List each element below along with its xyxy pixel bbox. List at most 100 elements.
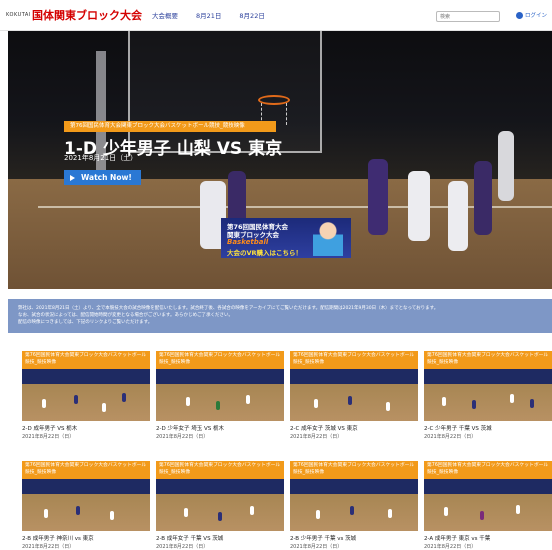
player-figure: [350, 506, 354, 515]
hero-tag: 第76回国民体育大会関東ブロック大会バスケットボール競技_競技映像: [64, 121, 276, 132]
player-figure: [498, 131, 514, 201]
video-banner: 第76回国民体育大会関東ブロック大会バスケットボール競技_競技映像: [156, 351, 284, 369]
hero-banner[interactable]: 第76回国民体育大会関東ブロック大会バスケットボール競技_競技映像 1-D 少年…: [8, 31, 552, 289]
arena-wall: [424, 369, 552, 384]
player-figure: [348, 396, 352, 405]
nav-link-overview[interactable]: 大会概要: [152, 10, 178, 20]
video-title[interactable]: 2-B 少年男子 千葉 vs 茨城: [290, 534, 418, 542]
video-date: 2021年8月22日（日）: [22, 434, 75, 440]
video-thumbnail[interactable]: [22, 479, 150, 531]
nav-links: 大会概要 8月21日 8月22日: [152, 10, 283, 20]
player-figure: [516, 505, 520, 514]
arena-wall: [22, 369, 150, 384]
video-title[interactable]: 2-D 成年男子 VS 栃木: [22, 424, 150, 432]
video-banner: 第76回国民体育大会関東ブロック大会バスケットボール競技_競技映像: [156, 461, 284, 479]
vr-purchase-banner[interactable]: 第76回国民体育大会 関東ブロック大会 Basketball 大会のVR購入はこ…: [221, 218, 351, 258]
video-title[interactable]: 2-B 成年女子 千葉 VS 茨城: [156, 534, 284, 542]
video-card[interactable]: 第76回国民体育大会関東ブロック大会バスケットボール競技_競技映像 2-D 少年…: [156, 351, 284, 440]
player-figure: [42, 399, 46, 408]
video-date: 2021年8月22日（日）: [424, 434, 477, 440]
video-banner: 第76回国民体育大会関東ブロック大会バスケットボール競技_競技映像: [424, 351, 552, 369]
user-icon: [516, 11, 523, 19]
player-figure: [74, 395, 78, 404]
player-figure: [444, 507, 448, 516]
watch-now-label: Watch Now!: [81, 173, 132, 182]
video-date: 2021年8月22日（日）: [22, 544, 75, 550]
notice-box: 弊社は、2021年8月21日（土）より、全で本競技大会の試合映像を配信いたします…: [8, 299, 552, 333]
video-thumbnail[interactable]: [290, 479, 418, 531]
video-banner: 第76回国民体育大会関東ブロック大会バスケットボール競技_競技映像: [290, 461, 418, 479]
video-title[interactable]: 2-C 成年女子 茨城 VS 東京: [290, 424, 418, 432]
player-figure: [386, 402, 390, 411]
video-card[interactable]: 第76回国民体育大会関東ブロック大会バスケットボール競技_競技映像 2-B 少年…: [290, 461, 418, 550]
arena-wall: [156, 369, 284, 384]
video-title[interactable]: 2-D 少年女子 埼玉 VS 栃木: [156, 424, 284, 432]
video-card[interactable]: 第76回国民体育大会関東ブロック大会バスケットボール競技_競技映像 2-C 成年…: [290, 351, 418, 440]
player-figure: [110, 511, 114, 520]
watch-now-button[interactable]: Watch Now!: [64, 170, 141, 185]
player-figure: [218, 512, 222, 521]
player-figure: [388, 509, 392, 518]
player-figure: [408, 171, 430, 241]
player-figure: [480, 511, 484, 520]
video-date: 2021年8月22日（日）: [290, 434, 343, 440]
notice-line-2: なお、試合の状況によっては、配信開始時間が変更となる場合がございます。あらかじめ…: [18, 313, 233, 318]
player-figure: [442, 397, 446, 406]
search-input[interactable]: [436, 11, 500, 22]
video-card[interactable]: 第76回国民体育大会関東ブロック大会バスケットボール競技_競技映像 2-B 成年…: [156, 461, 284, 550]
arena-wall: [156, 479, 284, 494]
arena-wall: [424, 479, 552, 494]
player-figure: [76, 506, 80, 515]
video-thumbnail[interactable]: [424, 479, 552, 531]
video-banner: 第76回国民体育大会関東ブロック大会バスケットボール競技_競技映像: [22, 351, 150, 369]
brand-mark[interactable]: KOKUTAI: [6, 12, 30, 18]
login-button[interactable]: ログイン: [516, 11, 547, 19]
notice-line-1: 弊社は、2021年8月21日（土）より、全で本競技大会の試合映像を配信いたします…: [18, 306, 439, 311]
video-title[interactable]: 2-A 成年男子 東京 vs 千葉: [424, 534, 552, 542]
video-thumbnail[interactable]: [424, 369, 552, 421]
video-banner: 第76回国民体育大会関東ブロック大会バスケットボール競技_競技映像: [424, 461, 552, 479]
video-thumbnail[interactable]: [156, 369, 284, 421]
player-figure: [184, 508, 188, 517]
login-label: ログイン: [525, 13, 548, 19]
notice-line-3: 配信の映像につきましては、下記のリンクよりご覧いただけます。: [18, 320, 153, 325]
video-banner: 第76回国民体育大会関東ブロック大会バスケットボール競技_競技映像: [290, 351, 418, 369]
player-figure: [186, 397, 190, 406]
nav-link-aug22[interactable]: 8月22日: [239, 10, 264, 20]
player-figure: [510, 394, 514, 403]
promo-line-3: Basketball: [227, 238, 269, 246]
nav-link-aug21[interactable]: 8月21日: [196, 10, 221, 20]
player-figure: [314, 399, 318, 408]
player-figure: [448, 181, 468, 251]
player-figure: [102, 403, 106, 412]
video-card[interactable]: 第76回国民体育大会関東ブロック大会バスケットボール競技_競技映像 2-C 少年…: [424, 351, 552, 440]
player-figure: [122, 393, 126, 402]
player-figure: [44, 509, 48, 518]
video-title[interactable]: 2-C 少年男子 千葉 VS 茨城: [424, 424, 552, 432]
top-navigation: KOKUTAI 国体関東ブロック大会 大会概要 8月21日 8月22日 ログイン: [0, 0, 552, 31]
video-card[interactable]: 第76回国民体育大会関東ブロック大会バスケットボール競技_競技映像 2-B 成年…: [22, 461, 150, 550]
video-banner: 第76回国民体育大会関東ブロック大会バスケットボール競技_競技映像: [22, 461, 150, 479]
player-figure: [216, 401, 220, 410]
player-figure: [316, 510, 320, 519]
player-figure: [246, 395, 250, 404]
video-thumbnail[interactable]: [290, 369, 418, 421]
player-figure: [474, 161, 492, 235]
mascot-illustration: [313, 220, 343, 256]
video-thumbnail[interactable]: [156, 479, 284, 531]
player-figure: [250, 506, 254, 515]
video-thumbnail[interactable]: [22, 369, 150, 421]
video-card[interactable]: 第76回国民体育大会関東ブロック大会バスケットボール競技_競技映像 2-D 成年…: [22, 351, 150, 440]
arena-wall: [290, 369, 418, 384]
video-date: 2021年8月22日（日）: [290, 544, 343, 550]
video-title[interactable]: 2-B 成年男子 神奈川 vs 東京: [22, 534, 150, 542]
video-date: 2021年8月22日（日）: [156, 434, 209, 440]
video-card[interactable]: 第76回国民体育大会関東ブロック大会バスケットボール競技_競技映像 2-A 成年…: [424, 461, 552, 550]
arena-wall: [22, 479, 150, 494]
video-date: 2021年8月22日（日）: [424, 544, 477, 550]
hero-date: 2021年8月21日（土）: [64, 154, 138, 162]
player-figure: [368, 159, 388, 235]
site-title[interactable]: 国体関東ブロック大会: [32, 7, 142, 23]
arena-wall: [290, 479, 418, 494]
player-figure: [472, 400, 476, 409]
